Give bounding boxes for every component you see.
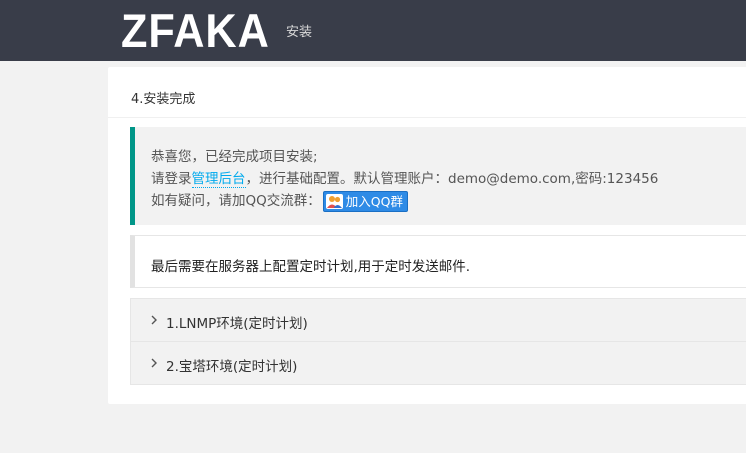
join-qq-group-label: 加入QQ群 <box>345 193 403 209</box>
qq-line: 如有疑问，请加QQ交流群： 加入QQ群 <box>151 189 408 212</box>
admin-panel-link[interactable]: 管理后台 <box>191 171 246 188</box>
login-line: 请登录管理后台，进行基础配置。默认管理账户：demo@demo.com,密码:1… <box>151 167 659 188</box>
collapse-title: 1.LNMP环境(定时计划) <box>166 316 308 332</box>
cron-collapse: 1.LNMP环境(定时计划) 2.宝塔环境(定时计划) <box>130 298 746 385</box>
success-line: 恭喜您，已经完成项目安装; <box>151 149 318 165</box>
qq-group-icon <box>325 193 343 209</box>
cron-note: 最后需要在服务器上配置定时计划,用于定时发送邮件. <box>130 235 746 288</box>
logo[interactable]: ZFAKA <box>121 6 270 56</box>
card-title: 4.安装完成 <box>131 92 196 107</box>
collapse-item-lnmp[interactable]: 1.LNMP环境(定时计划) <box>131 299 746 342</box>
collapse-item-baota[interactable]: 2.宝塔环境(定时计划) <box>131 342 746 385</box>
cron-note-text: 最后需要在服务器上配置定时计划,用于定时发送邮件. <box>151 259 471 275</box>
nav-item-install[interactable]: 安装 <box>286 21 312 40</box>
card-header: 4.安装完成 <box>108 67 746 118</box>
qq-prefix: 如有疑问，请加QQ交流群： <box>151 193 321 209</box>
top-navbar: ZFAKA 安装 <box>0 0 746 61</box>
chevron-right-icon <box>151 358 157 368</box>
success-message: 恭喜您，已经完成项目安装; 请登录管理后台，进行基础配置。默认管理账户：demo… <box>130 127 746 225</box>
chevron-right-icon <box>151 315 157 325</box>
collapse-title: 2.宝塔环境(定时计划) <box>166 359 298 375</box>
login-suffix: ，进行基础配置。默认管理账户：demo@demo.com,密码:123456 <box>245 171 659 187</box>
install-card: 4.安装完成 恭喜您，已经完成项目安装; 请登录管理后台，进行基础配置。默认管理… <box>108 67 746 404</box>
login-prefix: 请登录 <box>151 171 192 187</box>
join-qq-group-button[interactable]: 加入QQ群 <box>322 190 408 212</box>
